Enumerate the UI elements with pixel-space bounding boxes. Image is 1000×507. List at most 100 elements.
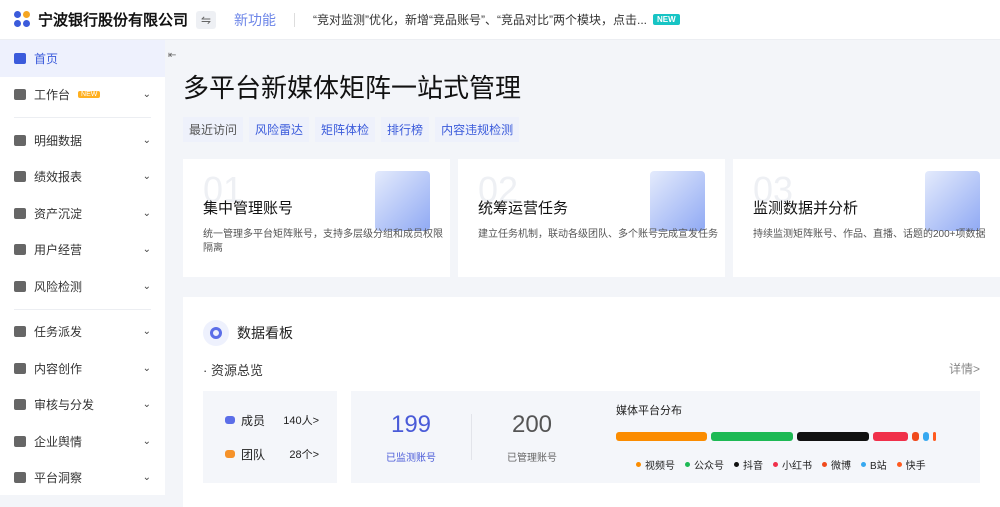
sidebar-item[interactable]: 企业舆情 ⌄	[0, 423, 165, 460]
legend-label: 视频号	[645, 461, 675, 472]
sidebar-item-label: 任务派发	[34, 325, 83, 340]
details-link[interactable]: 详情>	[949, 360, 980, 379]
legend-item: 公众号	[685, 457, 724, 472]
sidebar-item[interactable]: 绩效报表 ⌄	[0, 159, 165, 196]
legend-label: 抖音	[743, 461, 763, 472]
menu-icon	[14, 472, 26, 484]
legend-dot	[685, 462, 690, 467]
menu-icon	[14, 435, 26, 447]
sidebar-item[interactable]: 明细数据 ⌄	[0, 122, 165, 159]
section-title: · 资源总览	[203, 363, 263, 378]
legend-label: 公众号	[694, 461, 724, 472]
menu-icon	[14, 326, 26, 338]
menu-icon	[14, 134, 26, 146]
switch-company-button[interactable]: ⇋	[196, 10, 217, 29]
chevron-down-icon[interactable]: ⌄	[143, 472, 151, 483]
menu-icon	[14, 89, 26, 101]
sidebar-item-label: 内容创作	[34, 361, 83, 376]
platform-distribution: 媒体平台分布 视频号 公众号 抖音 小红书 微博 B站 快手	[616, 402, 937, 472]
bar-segment	[710, 432, 794, 441]
menu-icon	[14, 362, 26, 374]
bar-segment	[872, 432, 908, 441]
members-row[interactable]: 成员 140人>	[225, 403, 337, 437]
account-summary: 199 已监测账号 200 已管理账号 媒体平台分布 视频号 公众号 抖音 小红书 微博 B站…	[351, 391, 980, 483]
chevron-down-icon[interactable]: ⌄	[143, 436, 151, 447]
monitored-count[interactable]: 199	[351, 411, 471, 439]
recent-link[interactable]: 内容违规检测	[435, 117, 520, 142]
chevron-down-icon[interactable]: ⌄	[143, 326, 151, 337]
chevron-down-icon[interactable]: ⌄	[143, 244, 151, 255]
legend-label: 微博	[831, 461, 851, 472]
new-features-link[interactable]: 新功能	[234, 10, 276, 30]
recent-label: 最近访问	[183, 117, 244, 142]
company-name: 宁波银行股份有限公司	[38, 12, 189, 29]
chevron-down-icon[interactable]: ⌄	[143, 399, 151, 410]
sidebar-divider	[14, 117, 151, 118]
recent-link[interactable]: 排行榜	[381, 117, 430, 142]
chevron-down-icon[interactable]: ⌄	[143, 281, 151, 292]
sidebar-item[interactable]: 审核与分发 ⌄	[0, 387, 165, 424]
chevron-down-icon[interactable]: ⌄	[143, 171, 151, 182]
sidebar-item[interactable]: 风险检测 ⌄	[0, 268, 165, 305]
teams-row[interactable]: 团队 28个>	[225, 437, 337, 471]
logo-icon	[14, 10, 32, 29]
legend-item: 小红书	[773, 457, 812, 472]
sidebar-item-label: 绩效报表	[34, 170, 83, 185]
sidebar-item-label: 风险检测	[34, 279, 83, 294]
card-desc: 统一管理多平台矩阵账号，支持多层级分组和成员权限隔离	[203, 229, 443, 254]
chevron-down-icon[interactable]: ⌄	[143, 89, 151, 100]
card-desc: 持续监测矩阵账号、作品、直播、话题的200+项数据	[753, 229, 986, 240]
chevron-down-icon[interactable]: ⌄	[143, 363, 151, 374]
feature-card[interactable]: 02 统筹运营任务 建立任务机制，联动各级团队、多个账号完成宣发任务	[458, 159, 725, 277]
sidebar-item-label: 明细数据	[34, 133, 83, 148]
sidebar-item[interactable]: 内容创作 ⌄	[0, 350, 165, 387]
bar-segment	[911, 432, 920, 441]
sidebar-item[interactable]: 任务派发 ⌄	[0, 314, 165, 351]
members-value[interactable]: 140人>	[283, 412, 319, 428]
menu-icon	[14, 280, 26, 292]
new-badge: NEW	[653, 14, 680, 25]
recent-link[interactable]: 矩阵体检	[315, 117, 376, 142]
sidebar-item[interactable]: 首页	[0, 40, 165, 77]
sidebar: 首页 工作台 NEW ⌄ 明细数据 ⌄ 绩效报表 ⌄ 资产沉淀 ⌄ 用户经营 ⌄ 风险检测 ⌄ 任务派发 ⌄ 内…	[0, 40, 165, 495]
card-title: 统筹运营任务	[478, 200, 569, 217]
legend-dot	[734, 462, 739, 467]
chevron-down-icon[interactable]: ⌄	[143, 208, 151, 219]
feature-cards: 01 集中管理账号 统一管理多平台矩阵账号，支持多层级分组和成员权限隔离 02 统筹运…	[183, 159, 1000, 277]
sidebar-item-label: 资产沉淀	[34, 206, 83, 221]
legend-label: 快手	[905, 461, 926, 472]
card-title: 集中管理账号	[203, 200, 294, 217]
feature-card[interactable]: 01 集中管理账号 统一管理多平台矩阵账号，支持多层级分组和成员权限隔离	[183, 159, 450, 277]
sidebar-item-label: 首页	[34, 51, 59, 66]
page-title: 多平台新媒体矩阵一站式管理	[183, 73, 522, 103]
sidebar-item-label: 审核与分发	[34, 398, 95, 413]
sidebar-item-label: 企业舆情	[34, 434, 83, 449]
menu-icon	[14, 244, 26, 256]
teams-value[interactable]: 28个>	[289, 446, 319, 462]
bar-segment	[923, 432, 930, 441]
legend-label: 小红书	[782, 461, 812, 472]
menu-icon	[14, 207, 26, 219]
sidebar-item[interactable]: 用户经营 ⌄	[0, 232, 165, 269]
sidebar-item[interactable]: 工作台 NEW ⌄	[0, 77, 165, 114]
menu-icon	[14, 52, 26, 64]
bar-segment	[797, 432, 869, 441]
managed-label: 已管理账号	[507, 452, 557, 464]
sidebar-item[interactable]: 平台洞察 ⌄	[0, 460, 165, 497]
chevron-down-icon[interactable]: ⌄	[143, 135, 151, 146]
monitored-label: 已监测账号	[386, 452, 436, 464]
card-desc: 建立任务机制，联动各级团队、多个账号完成宣发任务	[478, 229, 718, 240]
members-label: 成员	[241, 413, 266, 428]
feature-card[interactable]: 03 监测数据并分析 持续监测矩阵账号、作品、直播、话题的200+项数据	[733, 159, 1000, 277]
legend-item: 视频号	[636, 457, 675, 472]
sidebar-item[interactable]: 资产沉淀 ⌄	[0, 195, 165, 232]
teams-label: 团队	[241, 447, 266, 462]
menu-icon	[14, 399, 26, 411]
managed-count: 200	[511, 410, 553, 438]
top-bar: 宁波银行股份有限公司 ⇋ 新功能 “竞对监测”优化，新增“竞品账号”、“竞品对比…	[0, 0, 1000, 40]
feature-notice[interactable]: “竞对监测”优化，新增“竞品账号”、“竞品对比”两个模块，点击...	[313, 11, 647, 28]
legend-item: 抖音	[734, 457, 763, 472]
collapse-sidebar-icon[interactable]: ⇤	[168, 50, 176, 61]
distribution-bar	[616, 432, 937, 441]
recent-link[interactable]: 风险雷达	[249, 117, 310, 142]
